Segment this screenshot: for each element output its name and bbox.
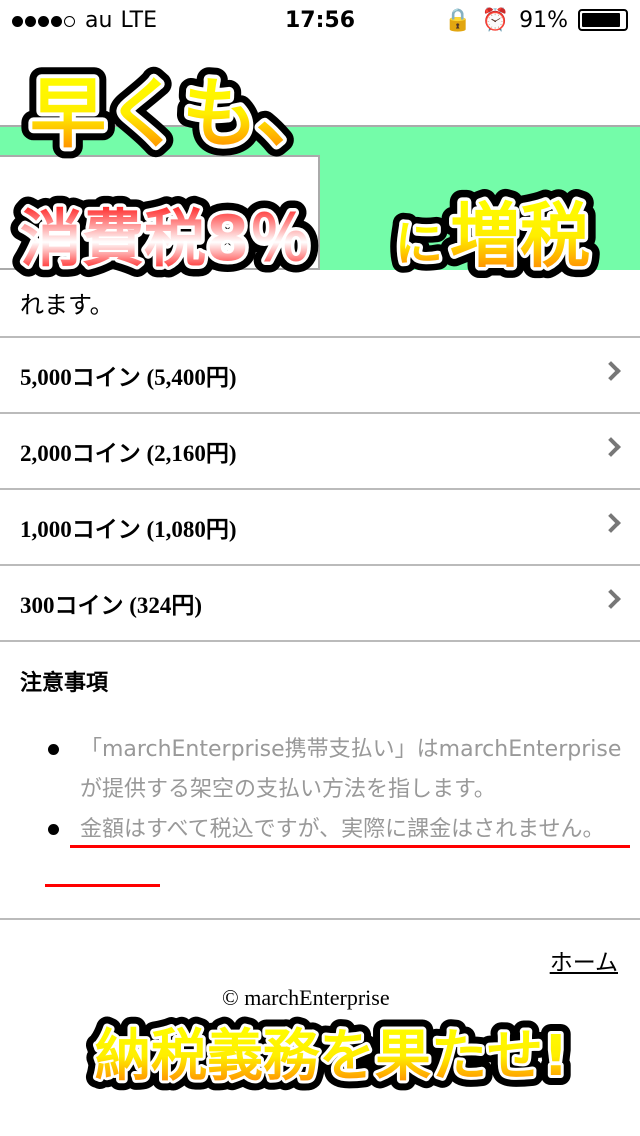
caption-overlay: 早くも、 早くも、 消費税8％ 消費税8％ に に 増税 増税 納税義務を果たせ… [9, 58, 601, 1099]
caption-bottom-inner: 納税義務を果たせ! [95, 1024, 569, 1089]
alarm-icon: ⏰ [481, 7, 510, 33]
carrier: au [85, 7, 113, 33]
caption-line2c-inner: 増税 [450, 195, 590, 277]
caption-line2b-inner: に [395, 216, 443, 272]
status-bar: au LTE 17:56 🔒 ⏰ 91% [0, 0, 640, 40]
battery-icon [578, 9, 628, 31]
rotation-lock-icon: 🔒 [444, 7, 472, 33]
caption-line1-inner: 早くも、 [30, 69, 332, 158]
signal-icon [12, 8, 77, 33]
network: LTE [120, 7, 158, 33]
battery-percent: 91% [519, 7, 568, 33]
caption-line2a-inner: 消費税8％ [20, 202, 311, 275]
